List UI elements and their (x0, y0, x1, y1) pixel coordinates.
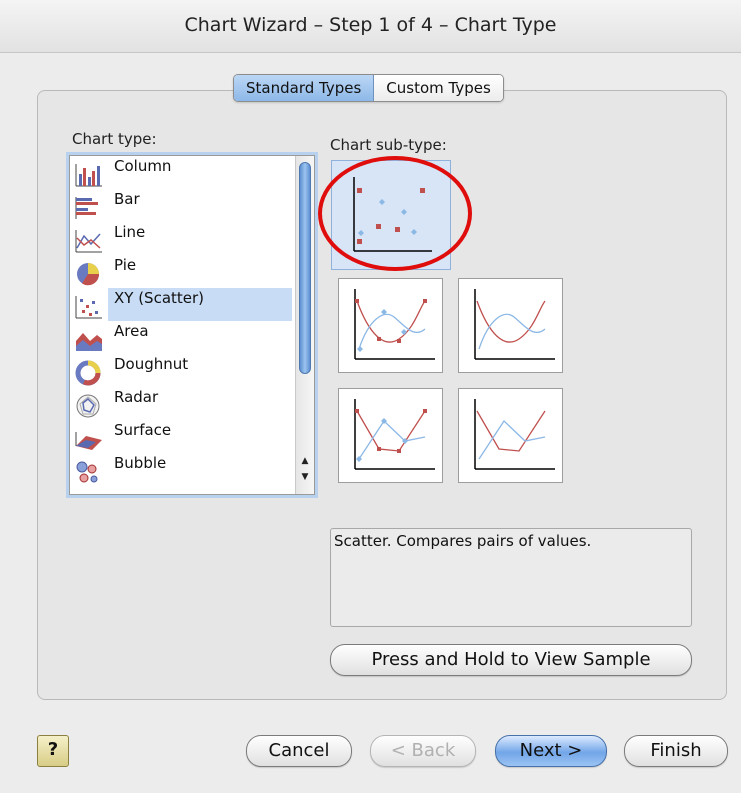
title-bar: Chart Wizard – Step 1 of 4 – Chart Type (0, 0, 741, 53)
chart-type-item-bubble[interactable]: Bubble (70, 453, 292, 486)
chart-type-item-doughnut[interactable]: Doughnut (70, 354, 292, 387)
chart-type-label: Chart type: (72, 130, 157, 148)
subtype-smoothed-lines[interactable] (458, 278, 563, 373)
chart-type-item-column[interactable]: Column (70, 156, 292, 189)
chart-type-item-pie[interactable]: Pie (70, 255, 292, 288)
chart-type-item-label: Radar (114, 388, 159, 406)
help-button[interactable]: ? (37, 735, 69, 767)
scroll-down-arrow-icon[interactable]: ▼ (296, 470, 314, 484)
chart-type-item-radar[interactable]: Radar (70, 387, 292, 420)
chart-type-item-label: Doughnut (114, 355, 189, 373)
chart-type-item-label: Bar (114, 190, 140, 208)
selection-highlight-circle (318, 156, 472, 271)
column-chart-icon (75, 164, 102, 187)
chart-type-item-line[interactable]: Line (70, 222, 292, 255)
chart-type-item-label: Area (114, 322, 149, 340)
surface-chart-icon (75, 432, 102, 450)
chart-subtype-label: Chart sub-type: (330, 136, 447, 154)
chart-type-item-label: Pie (114, 256, 137, 274)
doughnut-chart-icon (75, 360, 101, 386)
back-button: < Back (370, 735, 476, 767)
scroll-up-arrow-icon[interactable]: ▲ (296, 454, 314, 468)
subtype-straight-lines[interactable] (458, 388, 563, 483)
subtype-description-box: Scatter. Compares pairs of values. (330, 528, 692, 627)
bar-chart-icon (75, 197, 98, 219)
tab-bar: Standard Types Custom Types (233, 74, 504, 102)
line-chart-icon (75, 230, 102, 253)
window-title: Chart Wizard – Step 1 of 4 – Chart Type (184, 14, 557, 36)
chart-type-item-label: Line (114, 223, 146, 241)
subtype-description: Scatter. Compares pairs of values. (334, 532, 592, 550)
chart-type-list[interactable]: Column Bar Line Pie XY (Scatter) Area Do… (69, 155, 315, 495)
chart-type-item-surface[interactable]: Surface (70, 420, 292, 453)
straight-lines-thumbnail-icon (474, 399, 555, 470)
next-button[interactable]: Next > (495, 735, 607, 767)
tab-custom-types[interactable]: Custom Types (374, 75, 503, 101)
smoothed-lines-markers-thumbnail-icon (354, 289, 435, 360)
chart-type-scrollbar[interactable]: ▲ ▼ (295, 156, 314, 494)
chart-type-item-area[interactable]: Area (70, 321, 292, 354)
subtype-smoothed-lines-markers[interactable] (338, 278, 443, 373)
bubble-chart-icon (76, 461, 98, 483)
chart-type-item-label: Surface (114, 421, 172, 439)
area-chart-icon (76, 333, 102, 351)
view-sample-button[interactable]: Press and Hold to View Sample (330, 644, 692, 676)
pie-chart-icon (77, 263, 100, 286)
straight-lines-markers-thumbnail-icon (354, 399, 435, 470)
finish-button[interactable]: Finish (624, 735, 728, 767)
tab-standard-types[interactable]: Standard Types (234, 75, 375, 101)
help-icon: ? (47, 739, 59, 760)
scrollbar-thumb[interactable] (299, 162, 311, 374)
smoothed-lines-thumbnail-icon (474, 289, 555, 360)
scatter-chart-icon (75, 296, 102, 319)
chart-type-item-label: Bubble (114, 454, 167, 472)
chart-type-item-xy-scatter[interactable]: XY (Scatter) (75, 288, 292, 321)
cancel-button[interactable]: Cancel (246, 735, 352, 767)
subtype-straight-lines-markers[interactable] (338, 388, 443, 483)
chart-type-item-label: XY (Scatter) (114, 289, 205, 307)
chart-type-item-label: Column (114, 157, 172, 175)
chart-type-item-bar[interactable]: Bar (70, 189, 292, 222)
radar-chart-icon (76, 394, 100, 418)
